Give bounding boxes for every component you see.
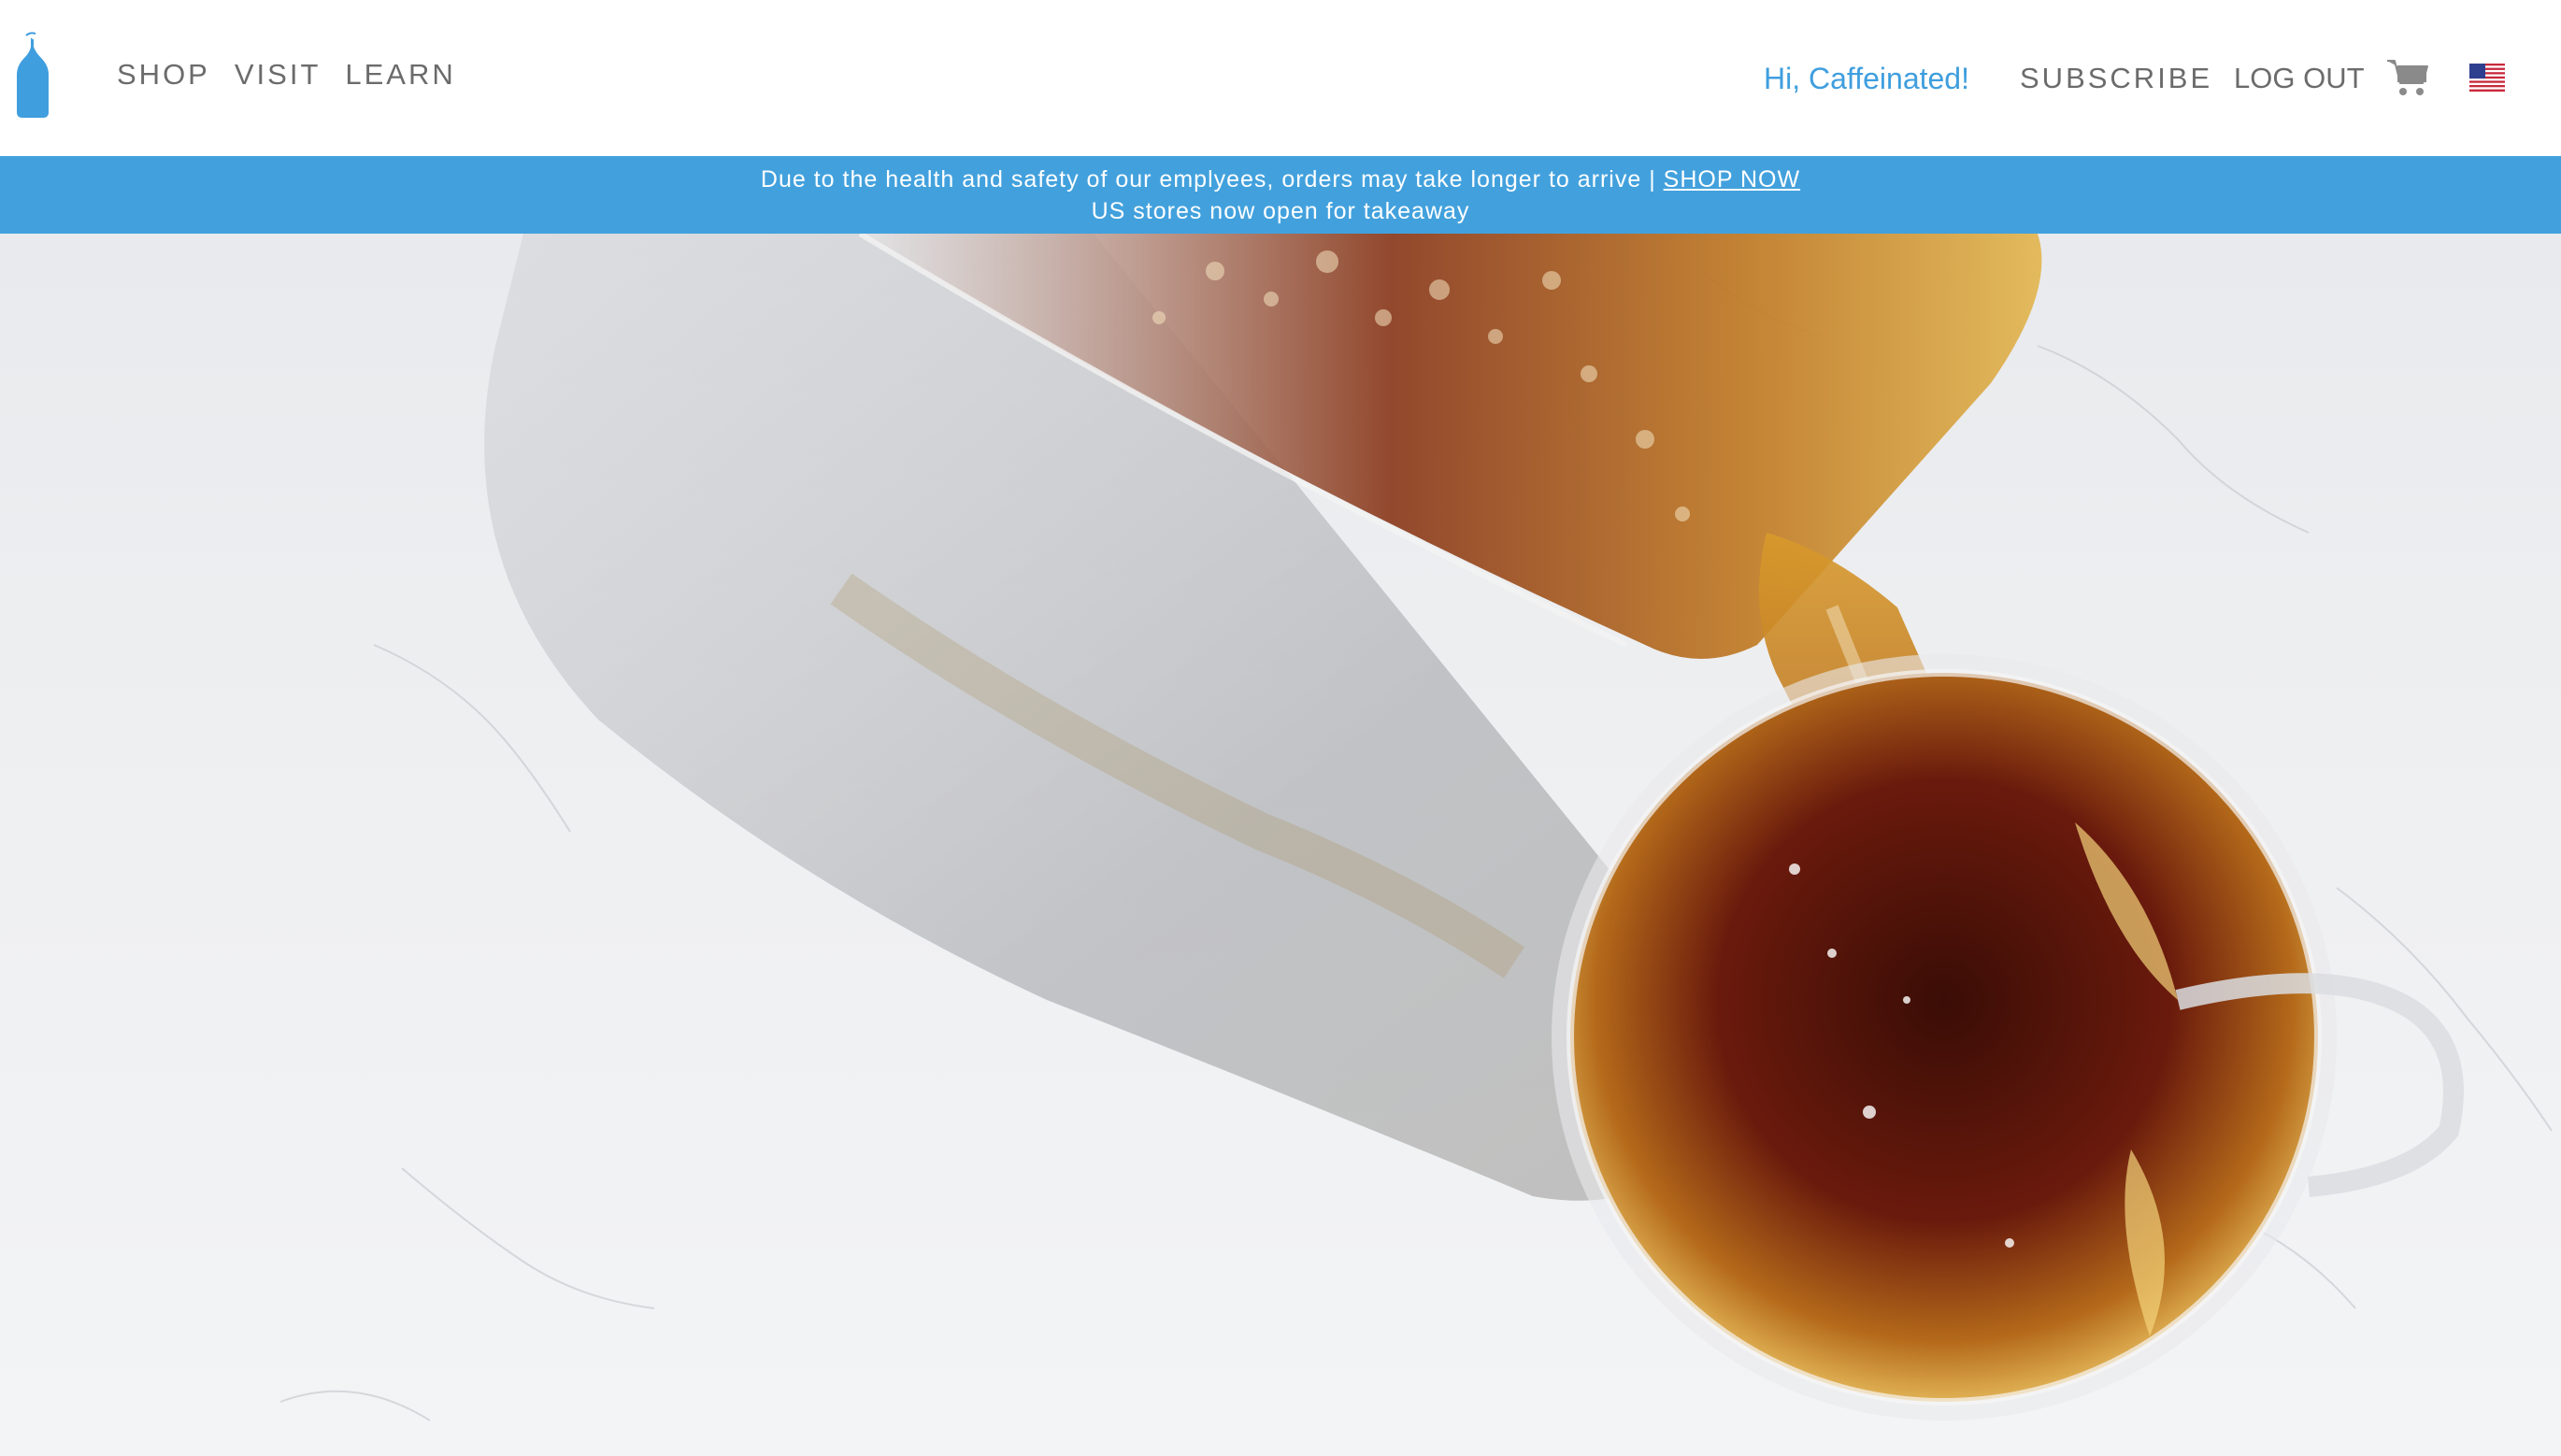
site-header: SHOP VISIT LEARN Hi, Caffeinated! SUBSCR… (0, 0, 2561, 156)
cart-icon[interactable] (2386, 58, 2429, 97)
account-greeting[interactable]: Hi, Caffeinated! (1764, 62, 1969, 96)
hero-coffee-pour-illustration (279, 234, 2553, 1421)
banner-line-1: Due to the health and safety of our empl… (0, 164, 2561, 195)
banner-line-2: US stores now open for takeaway (1091, 198, 1470, 224)
nav-learn[interactable]: LEARN (345, 58, 455, 92)
hero-image (0, 234, 2561, 1456)
nav-shop[interactable]: SHOP (117, 58, 210, 92)
subscribe-link[interactable]: SUBSCRIBE (2020, 62, 2212, 95)
nav-visit[interactable]: VISIT (235, 58, 322, 92)
us-flag-icon[interactable] (2469, 64, 2505, 92)
banner-notice-text: Due to the health and safety of our empl… (760, 166, 1664, 193)
main-nav: SHOP VISIT LEARN (117, 58, 456, 92)
shop-now-link[interactable]: SHOP NOW (1664, 166, 1800, 193)
blue-bottle-logo-icon[interactable] (13, 26, 52, 120)
announcement-banner: Due to the health and safety of our empl… (0, 156, 2561, 234)
logout-link[interactable]: LOG OUT (2234, 62, 2365, 95)
